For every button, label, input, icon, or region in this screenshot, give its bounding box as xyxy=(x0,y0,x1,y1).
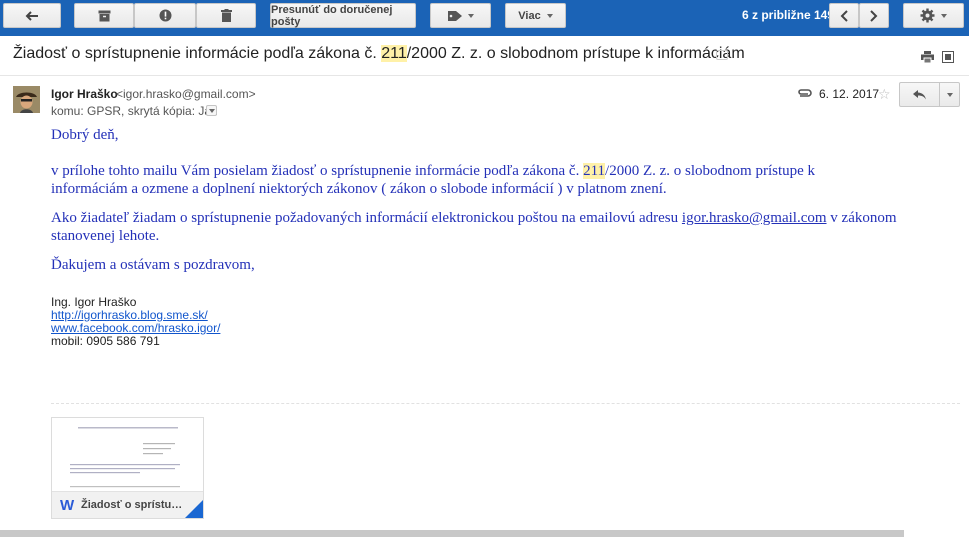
page-count: 6 z približne 149 xyxy=(742,8,835,22)
more-button[interactable]: Viac xyxy=(505,3,566,28)
closing: Ďakujem a ostávam s pozdravom, xyxy=(51,257,255,273)
delete-button[interactable] xyxy=(196,3,256,28)
signature-mobile: mobil: 0905 586 791 xyxy=(51,334,160,348)
reply-button-group xyxy=(899,82,960,107)
spam-icon xyxy=(159,9,171,22)
body-text: v zákonom xyxy=(826,210,897,226)
avatar[interactable] xyxy=(13,86,40,113)
sender-email: <igor.hrasko@gmail.com> xyxy=(116,87,256,101)
older-button[interactable] xyxy=(859,3,889,28)
more-label: Viac xyxy=(518,9,541,22)
facebook-link[interactable]: www.facebook.com/hrasko.igor/ xyxy=(51,321,220,335)
message-date: 6. 12. 2017 xyxy=(819,87,880,101)
body-text: /2000 Z. z. o slobodnom prístupe k xyxy=(605,163,816,179)
move-to-inbox-button[interactable]: Presunúť do doručenej pošty xyxy=(270,3,416,28)
reply-button[interactable] xyxy=(900,83,939,106)
trash-icon xyxy=(220,9,232,22)
more-actions-dropdown[interactable] xyxy=(939,83,959,106)
body-text: Ako žiadateľ žiadam o sprístupnenie poža… xyxy=(51,210,682,226)
body-paragraph-1: v prílohe tohto mailu Vám posielam žiado… xyxy=(51,162,815,198)
subject-divider xyxy=(0,75,969,76)
report-spam-button[interactable] xyxy=(134,3,196,28)
print-icon[interactable] xyxy=(921,51,934,63)
email-link[interactable]: igor.hrasko@gmail.com xyxy=(682,210,827,226)
body-highlight: 211 xyxy=(583,163,606,179)
star-icon[interactable]: ☆ xyxy=(878,86,891,103)
archive-icon xyxy=(98,10,110,21)
attachments-divider xyxy=(51,403,960,404)
move-to-inbox-label: Presunúť do doručenej pošty xyxy=(271,3,393,28)
subject-highlight: 211 xyxy=(381,45,407,62)
attachment-footer: W Žiadosť o sprístu… xyxy=(52,491,203,518)
attachment-card[interactable]: W Žiadosť o sprístu… xyxy=(51,417,204,519)
horizontal-scrollbar[interactable] xyxy=(0,530,904,537)
blog-link[interactable]: http://igorhrasko.blog.sme.sk/ xyxy=(51,308,208,322)
back-button[interactable] xyxy=(3,3,61,28)
body-paragraph-2: Ako žiadateľ žiadam o sprístupnenie poža… xyxy=(51,209,897,245)
back-arrow-icon xyxy=(25,10,38,21)
importance-label-icon[interactable] xyxy=(716,50,728,60)
archive-button[interactable] xyxy=(74,3,134,28)
gear-icon xyxy=(920,8,935,23)
attachment-preview xyxy=(52,418,203,490)
show-details-button[interactable] xyxy=(206,105,217,116)
label-tag-icon xyxy=(447,10,462,21)
message-subject: Žiadosť o sprístupnenie informácie podľa… xyxy=(13,45,745,63)
chevron-down-icon xyxy=(467,13,474,18)
body-text: v prílohe tohto mailu Vám posielam žiado… xyxy=(51,163,584,179)
body-text: informáciám a ozmene a doplnení niektorý… xyxy=(51,181,667,197)
open-new-window-icon[interactable] xyxy=(942,51,954,63)
toolbar: Presunúť do doručenej pošty Viac 6 z pri… xyxy=(0,0,969,36)
chevron-down-icon xyxy=(546,13,553,18)
sender-name[interactable]: Igor Hraško xyxy=(51,87,118,101)
chevron-down-icon xyxy=(941,13,947,18)
labels-button[interactable] xyxy=(430,3,491,28)
attachment-corner-fold xyxy=(185,500,203,518)
subject-text: Žiadosť o sprístupnenie informácie podľa… xyxy=(13,45,382,62)
reply-icon xyxy=(913,89,926,99)
signature: Ing. Igor Hraško http://igorhrasko.blog.… xyxy=(51,296,220,348)
word-document-icon: W xyxy=(60,497,75,514)
body-text: stanovenej lehote. xyxy=(51,228,160,244)
newer-button[interactable] xyxy=(829,3,859,28)
chevron-right-icon xyxy=(870,9,878,22)
recipients-line: komu: GPSR, skrytá kópia: Ján xyxy=(51,104,218,118)
attachment-name: Žiadosť o sprístu… xyxy=(81,499,183,511)
attachment-clip-icon xyxy=(798,89,812,97)
subject-text-end: /2000 Z. z. o slobodnom prístupe k infor… xyxy=(406,45,745,62)
chevron-left-icon xyxy=(840,9,848,22)
settings-button[interactable] xyxy=(903,3,964,28)
greeting: Dobrý deň, xyxy=(51,127,119,143)
